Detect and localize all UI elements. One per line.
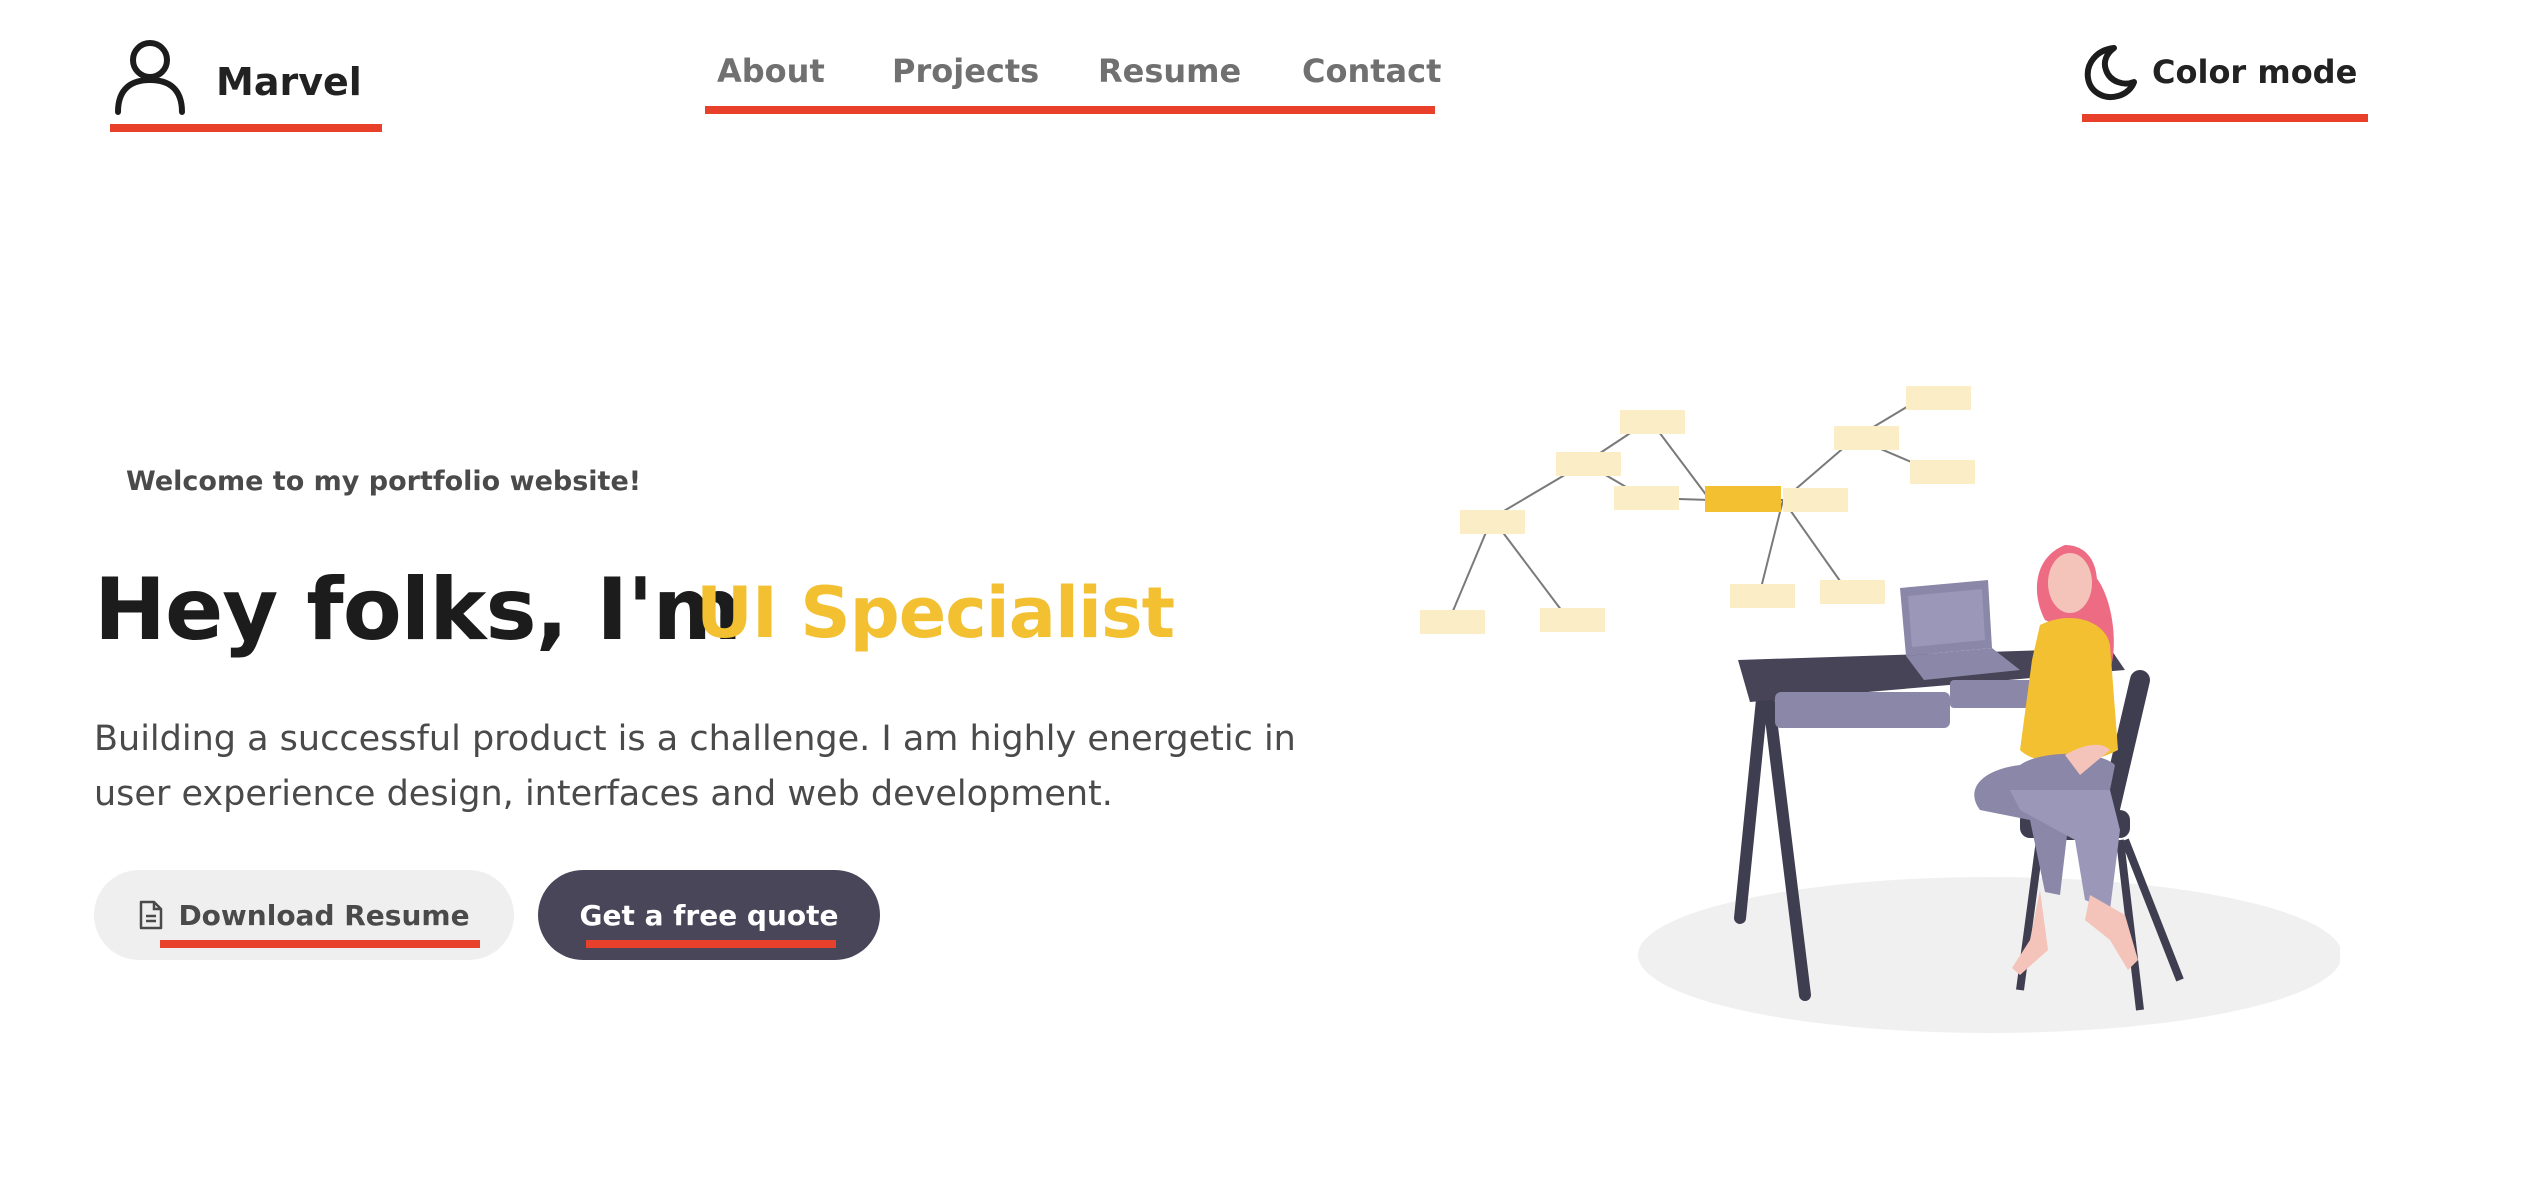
welcome-text: Welcome to my portfolio website! <box>126 466 642 497</box>
document-icon <box>140 900 163 930</box>
nav-about[interactable]: About <box>717 52 892 90</box>
color-mode-underline <box>2082 114 2368 122</box>
logo[interactable]: Marvel <box>110 36 362 116</box>
main-nav: About Projects Resume Contact <box>705 52 1441 90</box>
color-mode-toggle[interactable]: Color mode <box>2080 42 2357 102</box>
hero-description: Building a successful product is a chall… <box>94 719 1296 814</box>
moon-icon <box>2084 45 2137 100</box>
nav-projects[interactable]: Projects <box>892 52 1098 90</box>
hero-illustration <box>1420 386 2340 1033</box>
download-resume-underline <box>160 940 480 948</box>
hero-accent: UI Specialist <box>696 572 1175 654</box>
nav-underline <box>705 106 1435 114</box>
nav-resume[interactable]: Resume <box>1098 52 1302 90</box>
free-quote-label: Get a free quote <box>579 898 839 932</box>
color-mode-label: Color mode <box>2152 53 2358 91</box>
logo-text: Marvel <box>216 60 362 104</box>
download-resume-label: Download Resume <box>178 898 470 932</box>
nav-contact[interactable]: Contact <box>1302 52 1441 90</box>
logo-underline <box>110 124 382 132</box>
free-quote-underline <box>586 940 836 948</box>
user-icon <box>115 40 185 115</box>
hero-title: Hey folks, I'm <box>94 560 742 660</box>
